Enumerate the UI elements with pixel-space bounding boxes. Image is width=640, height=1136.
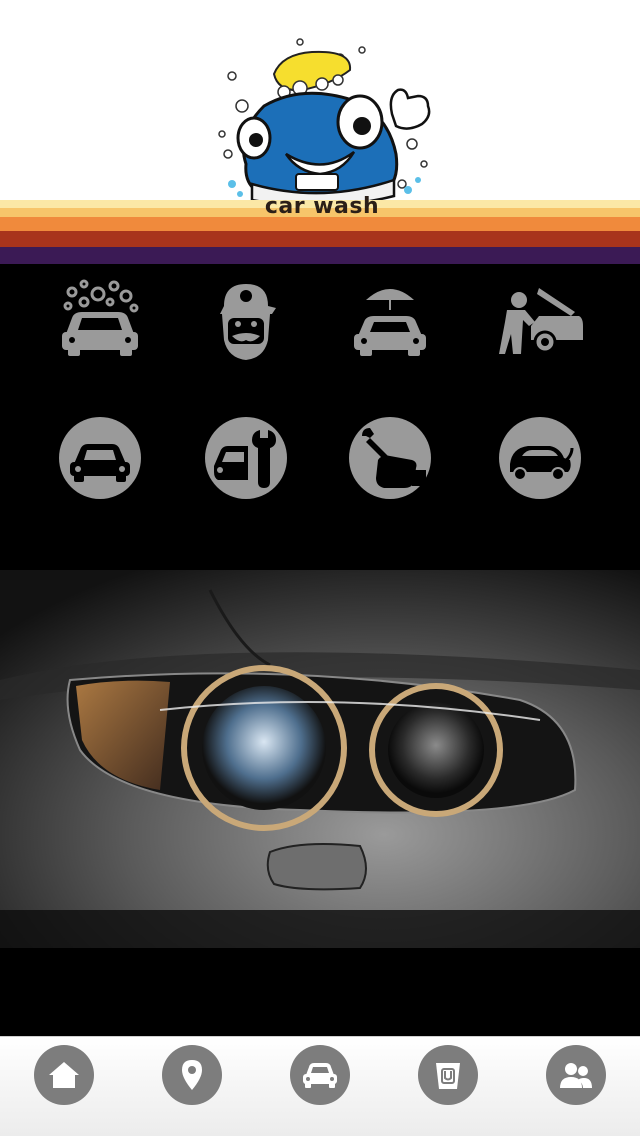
stripe-orange <box>0 217 640 231</box>
services-grid <box>0 264 640 564</box>
tab-coupons[interactable] <box>418 1045 478 1105</box>
car-repair-hood-icon <box>499 288 583 354</box>
coupon-bucket-icon <box>436 1063 460 1089</box>
car-plug-circle-icon <box>499 417 581 499</box>
service-car[interactable] <box>52 410 148 506</box>
tab-location[interactable] <box>162 1045 222 1105</box>
car-circle-icon <box>59 417 141 499</box>
service-mechanic[interactable] <box>198 272 294 368</box>
service-car-wash[interactable] <box>52 272 148 368</box>
bottom-tab-bar <box>0 1036 640 1136</box>
mechanic-face-icon <box>220 284 276 360</box>
hero-headlight-image <box>0 570 640 948</box>
location-pin-icon <box>182 1060 202 1090</box>
car-icon <box>303 1063 337 1088</box>
users-icon <box>560 1063 592 1088</box>
service-maintenance[interactable] <box>342 410 438 506</box>
service-repair[interactable] <box>492 272 588 368</box>
stripe-rust <box>0 231 640 247</box>
car-umbrella-icon <box>354 289 426 356</box>
hand-wrench-circle-icon <box>349 417 431 499</box>
car-wrench-circle-icon <box>205 417 287 499</box>
logo-text: car wash <box>264 194 380 219</box>
service-electric[interactable] <box>492 410 588 506</box>
stripe-purple <box>0 247 640 264</box>
car-wash-bubbles-icon <box>62 279 139 356</box>
tab-car[interactable] <box>290 1045 350 1105</box>
service-parts[interactable] <box>198 410 294 506</box>
header: car wash <box>0 0 640 219</box>
tab-home[interactable] <box>34 1045 94 1105</box>
car-headlight-illustration <box>0 570 640 948</box>
service-car-protection[interactable] <box>342 272 438 368</box>
home-icon <box>49 1062 79 1088</box>
tab-users[interactable] <box>546 1045 606 1105</box>
